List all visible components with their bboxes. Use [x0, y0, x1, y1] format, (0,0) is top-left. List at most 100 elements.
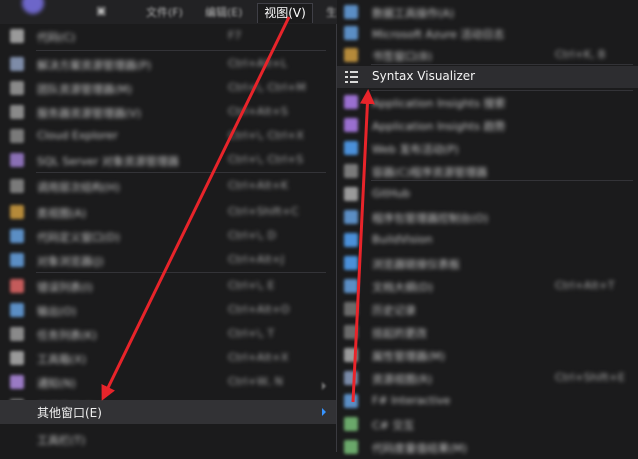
view-menu-item[interactable]: 调用层次结构(H) Ctrl+Alt+K	[0, 174, 336, 198]
view-menu-item-shortcut: Ctrl+Shift+C	[228, 205, 299, 218]
view-menu-item-label: 错误列表(I)	[37, 281, 93, 294]
view-menu-item-shortcut: Ctrl+\, D	[228, 229, 276, 242]
view-menu-item-shortcut: Ctrl+\, E	[228, 279, 275, 292]
menubar-folder-icon: ▣	[96, 4, 107, 17]
pending-changes-icon	[344, 325, 358, 339]
class-view-icon	[10, 205, 24, 219]
app-insights-trends-icon	[344, 118, 358, 132]
fsharp-icon	[344, 394, 358, 408]
output-icon	[10, 303, 24, 317]
other-windows-item[interactable]: 属性管理器(M)	[337, 343, 638, 367]
view-menu-toolbars[interactable]: 工具栏(T)	[0, 427, 336, 451]
view-menu-item-shortcut: Ctrl+Alt+X	[228, 351, 289, 364]
azure-log-icon	[344, 26, 358, 40]
github-icon	[344, 187, 358, 201]
menu-separator	[36, 50, 326, 51]
menu-file[interactable]: 文件(F)	[146, 4, 183, 20]
other-windows-item[interactable]: Web 发布活动(P)	[337, 136, 638, 160]
view-menu-item[interactable]: 服务器资源管理器(V) Ctrl+Alt+S	[0, 100, 336, 124]
other-windows-item[interactable]: 文档大纲(D) Ctrl+Alt+T	[337, 274, 638, 298]
other-windows-item-label: 书签窗口(B)	[372, 50, 433, 63]
view-menu-item-label: 服务器资源管理器(V)	[37, 107, 142, 120]
history-icon	[344, 302, 358, 316]
buildvision-icon	[344, 233, 358, 247]
other-windows-item[interactable]: Application Insights 趋势	[337, 113, 638, 137]
view-menu-item[interactable]: 输出(O) Ctrl+Alt+O	[0, 298, 336, 322]
other-windows-item-shortcut: Ctrl+K, B	[555, 48, 606, 61]
other-windows-item[interactable]: GitHub	[337, 182, 638, 206]
toolbars-label: 工具栏(T)	[37, 434, 86, 447]
menu-separator	[36, 272, 326, 273]
other-windows-item-label: 挂起的更改	[372, 327, 427, 340]
cloud-explorer-icon	[10, 129, 24, 143]
view-menu-item-label: 解决方案资源管理器(P)	[37, 59, 152, 72]
other-windows-item-shortcut: Ctrl+Alt+T	[555, 279, 615, 292]
view-menu-item-shortcut: Ctrl+\, T	[228, 327, 275, 340]
view-menu-item-shortcut: F7	[228, 29, 242, 42]
menu-build[interactable]: 生	[326, 4, 337, 20]
other-windows-item[interactable]: 程序包管理器控制台(O)	[337, 205, 638, 229]
view-menu-item-shortcut: Ctrl+Alt+S	[228, 105, 288, 118]
other-windows-item[interactable]: Microsoft Azure 活动日志	[337, 21, 638, 45]
other-windows-item-label: 程序包管理器控制台(O)	[372, 212, 489, 225]
other-windows-item-label: GitHub	[372, 187, 411, 200]
view-menu-item[interactable]: 通知(N) Ctrl+W, N	[0, 370, 336, 394]
view-menu-item[interactable]: 团队资源管理器(M) Ctrl+\, Ctrl+M	[0, 76, 336, 100]
notifications-icon	[10, 375, 24, 389]
view-menu-item-shortcut: Ctrl+Alt+O	[228, 303, 290, 316]
view-menu-item-label: 调用层次结构(H)	[37, 181, 120, 194]
view-menu-item[interactable]: 错误列表(I) Ctrl+\, E	[0, 274, 336, 298]
view-menu-item[interactable]: 代码(C) F7	[0, 24, 336, 48]
view-menu-item[interactable]: 代码定义窗口(D) Ctrl+\, D	[0, 224, 336, 248]
other-windows-label: 其他窗口(E)	[37, 406, 102, 420]
other-windows-item[interactable]: 代码度量值结果(M)	[337, 435, 638, 459]
call-hierarchy-icon	[10, 179, 24, 193]
view-menu-item[interactable]: 类视图(A) Ctrl+Shift+C	[0, 200, 336, 224]
menu-edit[interactable]: 编辑(E)	[205, 4, 243, 20]
view-menu-item-label: SQL Server 对象资源管理器	[37, 155, 179, 168]
menu-view[interactable]: 视图(V)	[257, 3, 313, 23]
view-menu-item-shortcut: Ctrl+Alt+K	[228, 179, 289, 192]
view-menu-item-label: 通知(N)	[37, 377, 76, 390]
view-menu-item[interactable]: SQL Server 对象资源管理器 Ctrl+\, Ctrl+S	[0, 148, 336, 172]
other-windows-item[interactable]: 资源视图(R) Ctrl+Shift+E	[337, 366, 638, 390]
other-windows-item-label: Application Insights 搜索	[372, 97, 506, 110]
package-console-icon	[344, 210, 358, 224]
view-menu-other-windows[interactable]: 其他窗口(E)	[0, 400, 336, 424]
other-windows-item-label: 属性管理器(M)	[372, 350, 446, 363]
view-menu-item-label: 团队资源管理器(M)	[37, 83, 133, 96]
view-menu-item-shortcut: Ctrl+W, N	[228, 375, 283, 388]
other-windows-item[interactable]: F# Interactive	[337, 389, 638, 413]
syntax-visualizer-item[interactable]: Syntax Visualizer	[337, 66, 638, 88]
other-windows-item[interactable]: C# 交互	[337, 412, 638, 436]
view-menu-item[interactable]: 工具箱(X) Ctrl+Alt+X	[0, 346, 336, 370]
other-windows-item-shortcut: Ctrl+Shift+E	[555, 371, 625, 384]
view-menu-item[interactable]: 解决方案资源管理器(P) Ctrl+Alt+L	[0, 52, 336, 76]
view-menu-item-shortcut: Ctrl+\, Ctrl+S	[228, 153, 304, 166]
view-menu-item-label: 对象浏览器(J)	[37, 255, 104, 268]
view-menu-item-label: Cloud Explorer	[37, 129, 118, 142]
other-windows-item-label: 历史记录	[372, 304, 416, 317]
view-menu-item[interactable]: 任务列表(K) Ctrl+\, T	[0, 322, 336, 346]
view-menu-item-shortcut: Ctrl+Alt+J	[228, 253, 285, 266]
view-menu-item[interactable]: Cloud Explorer Ctrl+\, Ctrl+X	[0, 124, 336, 148]
view-menu-item-label: 类视图(A)	[37, 207, 87, 220]
other-windows-item[interactable]: 历史记录	[337, 297, 638, 321]
web-publish-icon	[344, 141, 358, 155]
other-windows-item-label: F# Interactive	[372, 394, 451, 407]
csharp-interactive-icon	[344, 417, 358, 431]
container-icon	[344, 164, 358, 178]
visual-studio-logo-icon	[22, 0, 44, 14]
other-windows-submenu: 数据工具操作(A) Microsoft Azure 活动日志书签窗口(B) Ctrl…	[337, 0, 638, 455]
app-insights-search-icon	[344, 95, 358, 109]
data-tools-icon	[344, 5, 358, 19]
menu-separator	[371, 180, 633, 181]
other-windows-item[interactable]: 挂起的更改	[337, 320, 638, 344]
other-windows-item-label: 数据工具操作(A)	[372, 7, 455, 20]
other-windows-item[interactable]: Application Insights 搜索	[337, 90, 638, 114]
syntax-visualizer-label: Syntax Visualizer	[372, 69, 476, 83]
server-explorer-icon	[10, 105, 24, 119]
other-windows-item[interactable]: 浏览器链接仪表板	[337, 251, 638, 275]
other-windows-item[interactable]: BuildVision	[337, 228, 638, 252]
view-menu-item[interactable]: 对象浏览器(J) Ctrl+Alt+J	[0, 248, 336, 272]
